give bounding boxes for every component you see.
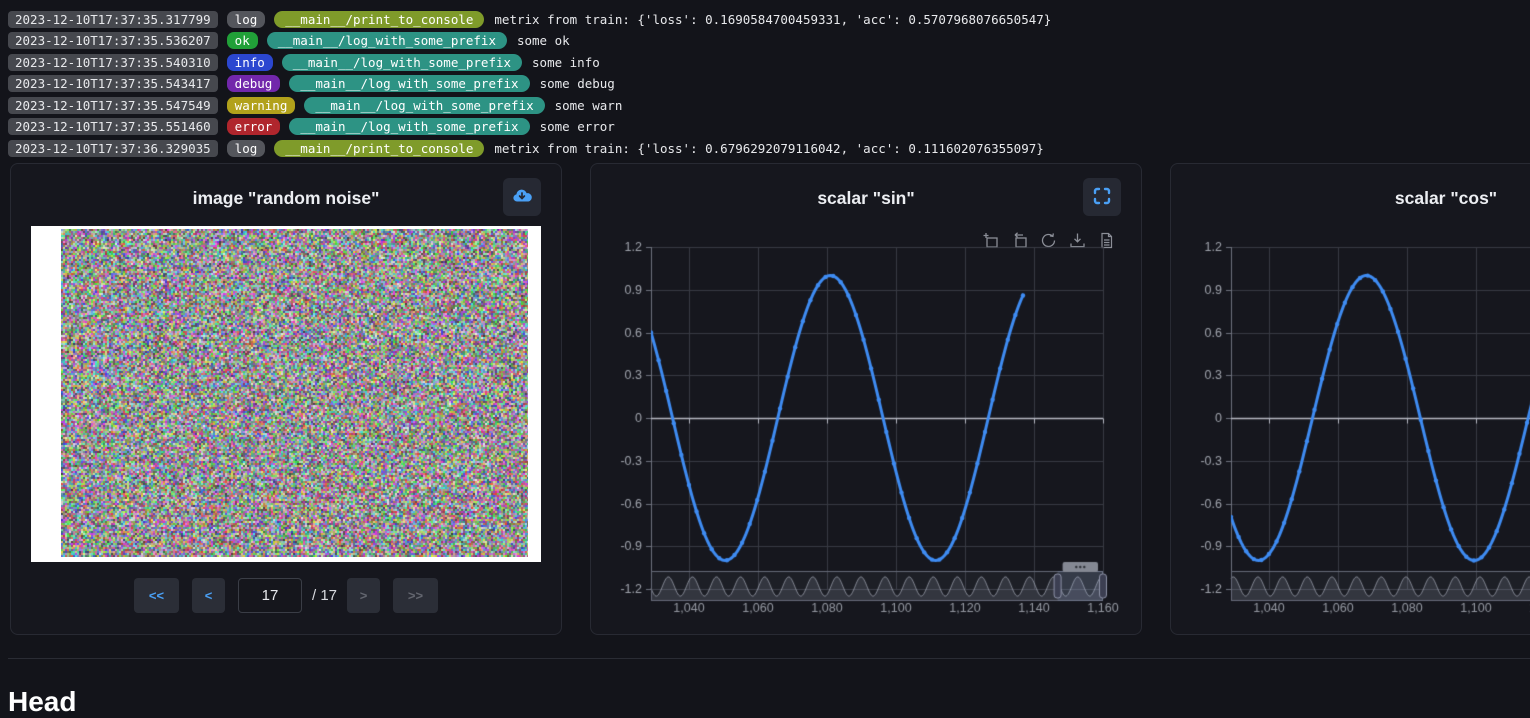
- log-level-badge: error: [227, 118, 281, 135]
- log-module-badge: __main__/log_with_some_prefix: [267, 32, 507, 49]
- log-module-badge: __main__/log_with_some_prefix: [289, 118, 529, 135]
- log-module-badge: __main__/print_to_console: [274, 140, 484, 157]
- last-page-button[interactable]: >>: [393, 578, 438, 613]
- cos-chart-card: scalar "cos": [1170, 163, 1530, 635]
- section-divider: [8, 658, 1530, 659]
- noise-image: [61, 229, 528, 557]
- sin-fullscreen-button[interactable]: [1083, 178, 1121, 216]
- cards-row: image "random noise" << < / 17 > >> scal…: [10, 163, 1530, 635]
- log-timestamp: 2023-12-10T17:37:35.317799: [8, 11, 218, 28]
- log-module-badge: __main__/print_to_console: [274, 11, 484, 28]
- log-row: 2023-12-10T17:37:35.317799 log __main__/pr…: [8, 10, 1530, 28]
- log-level-badge: info: [227, 54, 273, 71]
- sin-chart-title: scalar "sin": [591, 188, 1141, 209]
- image-card: image "random noise" << < / 17 > >>: [10, 163, 562, 635]
- log-row: 2023-12-10T17:37:35.540310 info __main__/l…: [8, 53, 1530, 71]
- prev-page-button[interactable]: <: [192, 578, 225, 613]
- image-download-button[interactable]: [503, 178, 541, 216]
- log-message: some error: [540, 119, 615, 134]
- log-level-badge: log: [227, 140, 266, 157]
- log-row: 2023-12-10T17:37:35.536207 ok __main__/log…: [8, 32, 1530, 50]
- log-row: 2023-12-10T17:37:35.551460 error __main__/…: [8, 118, 1530, 136]
- noise-figure: [31, 226, 541, 562]
- next-page-button[interactable]: >: [347, 578, 380, 613]
- log-row: 2023-12-10T17:37:36.329035 log __main__/pr…: [8, 139, 1530, 157]
- log-message: some ok: [517, 33, 570, 48]
- sin-chart-card: scalar "sin": [590, 163, 1142, 635]
- image-card-title: image "random noise": [11, 188, 561, 209]
- log-timestamp: 2023-12-10T17:37:35.540310: [8, 54, 218, 71]
- log-row: log__main__/print_to_console: [8, 2, 1530, 7]
- log-level-badge: debug: [227, 75, 281, 92]
- log-console: log__main__/print_to_console2023-12-10T1…: [0, 0, 1530, 161]
- log-level-badge: ok: [227, 32, 258, 49]
- first-page-button[interactable]: <<: [134, 578, 179, 613]
- log-timestamp: 2023-12-10T17:37:35.536207: [8, 32, 218, 49]
- log-row: 2023-12-10T17:37:35.547549 warning __main_…: [8, 96, 1530, 114]
- log-module-badge: __main__/log_with_some_prefix: [304, 97, 544, 114]
- log-module-badge: __main__/log_with_some_prefix: [282, 54, 522, 71]
- log-timestamp: 2023-12-10T17:37:35.543417: [8, 75, 218, 92]
- page-total-label: / 17: [312, 587, 337, 604]
- log-message: some info: [532, 55, 600, 70]
- sin-chart-canvas[interactable]: [591, 226, 1143, 626]
- image-pagination: << < / 17 > >>: [11, 578, 561, 613]
- log-timestamp: 2023-12-10T17:37:35.551460: [8, 118, 218, 135]
- log-message: metrix from train: {'loss': 0.1690584700…: [494, 12, 1051, 27]
- log-message: some debug: [540, 76, 615, 91]
- fullscreen-icon: [1093, 187, 1111, 208]
- cloud-download-icon: [511, 186, 533, 209]
- log-level-badge: log: [227, 11, 266, 28]
- next-section-heading: Head: [8, 686, 76, 718]
- log-timestamp: 2023-12-10T17:37:36.329035: [8, 140, 218, 157]
- log-message: some warn: [555, 98, 623, 113]
- cos-chart-canvas[interactable]: [1171, 226, 1530, 626]
- log-message: metrix from train: {'loss': 0.6796292079…: [494, 141, 1043, 156]
- page-number-input[interactable]: [238, 578, 302, 613]
- log-level-badge: warning: [227, 97, 296, 114]
- log-row: 2023-12-10T17:37:35.543417 debug __main__/…: [8, 75, 1530, 93]
- log-module-badge: __main__/log_with_some_prefix: [289, 75, 529, 92]
- cos-chart-title: scalar "cos": [1171, 188, 1530, 209]
- log-timestamp: 2023-12-10T17:37:35.547549: [8, 97, 218, 114]
